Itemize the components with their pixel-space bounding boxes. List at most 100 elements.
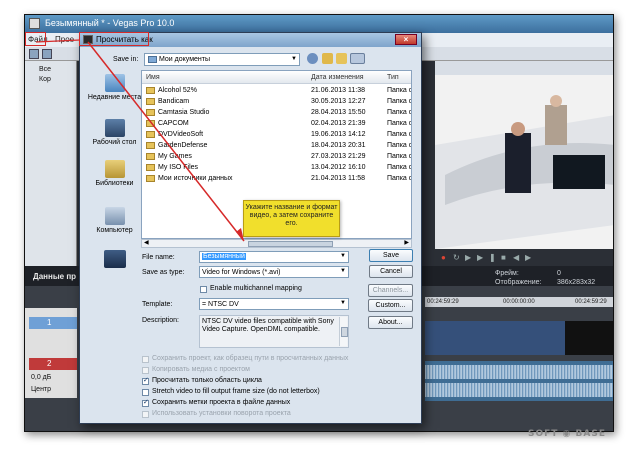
template-select[interactable]: = NTSC DV ▼ [199,298,349,310]
audio-pan[interactable]: Центр [31,386,51,393]
checkbox-box[interactable] [142,398,149,407]
hint-tooltip: Укажите название и формат видео, а затем… [243,200,340,237]
network-icon [103,250,126,268]
tab-project-media[interactable]: Данные пр [33,272,76,281]
explorer-item-all[interactable]: Все [39,66,51,73]
new-project-icon[interactable] [29,49,39,59]
file-name: My Games [158,153,192,160]
save-type-select[interactable]: Video for Windows (*.avi) ▼ [199,266,349,278]
file-name-input[interactable]: Безымянный ▼ [199,251,349,263]
explorer-item-bin[interactable]: Кор [39,76,51,83]
folder-icon [146,87,155,94]
file-name: My ISO Files [158,164,199,171]
file-row[interactable]: Мои источники данных 21.04.2013 11:58 Папк… [142,173,411,184]
preview-info: Фрейм: 0 Отображение: 386x283x32 [495,269,595,287]
chevron-down-icon[interactable]: ▼ [340,253,346,259]
highlight-file-menu [25,32,46,46]
timeline-ruler[interactable]: 00:24:59:29 00:00:00:00 00:24:59:29 [425,297,613,307]
checkbox-box [142,356,149,363]
file-row[interactable]: GardenDefense 18.04.2013 20:31 Папка с ф [142,140,411,151]
new-folder-icon[interactable] [336,53,347,64]
folder-icon [146,153,155,160]
audio-event[interactable] [425,361,613,401]
save-button[interactable]: Save [369,249,413,262]
cancel-button[interactable]: Cancel [369,265,413,278]
play-icon[interactable]: ▶ [477,254,484,262]
column-date[interactable]: Дата изменения [311,74,364,81]
file-row[interactable]: My Games 27.03.2013 21:29 Папка с ф [142,151,411,162]
record-icon[interactable]: ● [441,254,448,262]
views-menu-icon[interactable] [350,53,365,64]
watermark: SOFT ◉ BASE [528,429,606,439]
file-row[interactable]: Camtasia Studio 28.04.2013 15:50 Папка с ф [142,107,411,118]
place-network[interactable] [87,250,142,270]
file-row[interactable]: DVDVideoSoft 19.06.2013 14:12 Папка с ф [142,129,411,140]
description-text: NTSC DV video files compatible with Sony… [202,318,334,333]
file-name-value: Безымянный [202,253,246,260]
next-marker-icon[interactable]: ▶ [525,254,532,262]
vegas-title-text: Безымянный * - Vegas Pro 10.0 [45,18,175,28]
scroll-thumb[interactable] [248,241,333,247]
places-bar: Недавние места Рабочий стол Библиотеки К… [87,70,142,272]
file-row[interactable]: Alcohol 52% 21.06.2013 11:38 Папка с ф [142,85,411,96]
column-type[interactable]: Тип [387,74,399,81]
place-recent[interactable]: Недавние места [87,74,142,102]
place-desktop[interactable]: Рабочий стол [87,119,142,147]
audio-waveform [425,365,613,379]
file-name: DVDVideoSoft [158,131,204,138]
explorer-pane: Все Кор [25,61,77,266]
file-name-label: File name: [142,254,175,261]
place-libraries[interactable]: Библиотеки [87,160,142,188]
video-track-header[interactable]: 1 [29,317,77,329]
checkbox-box[interactable] [142,376,149,385]
place-desktop-label: Рабочий стол [92,139,137,146]
audio-volume[interactable]: 0,0 дБ [31,374,51,381]
file-row[interactable]: Bandicam 30.05.2013 12:27 Папка с ф [142,96,411,107]
description-scrollbar[interactable] [339,317,348,346]
chevron-down-icon: ▼ [291,56,297,62]
file-type: Папка с ф [387,153,412,160]
preview-transport: ● ↻ ▶ ▶ ❚ ■ ◀ ▶ [435,252,613,266]
file-row[interactable]: My ISO Files 13.04.2012 16:10 Папка с ф [142,162,411,173]
scroll-right-icon[interactable]: ▶ [404,239,409,246]
pause-icon[interactable]: ❚ [489,254,496,262]
display-label: Отображение: [495,279,542,286]
channels-button[interactable]: Channels... [368,284,413,297]
menu-project[interactable]: Прое [55,35,74,44]
option-label: Stretch video to fill output frame size … [152,388,320,395]
template-label: Template: [142,301,173,308]
highlight-dialog-title [79,32,149,46]
folder-icon [146,109,155,116]
file-type: Папка с ф [387,164,412,171]
video-track-number: 1 [47,318,52,327]
column-name[interactable]: Имя [146,74,160,81]
option-label: Использовать установки поворота проекта [152,410,291,417]
open-icon[interactable] [42,49,52,59]
place-recent-label: Недавние места [87,94,142,101]
option-label: Просчитать только область цикла [152,377,262,384]
loop-icon[interactable]: ↻ [453,254,460,262]
folder-icon [146,131,155,138]
file-row[interactable]: CAPCOM 02.04.2013 21:39 Папка с ф [142,118,411,129]
file-date: 19.06.2013 14:12 [311,131,366,138]
save-type-label: Save as type: [142,269,185,276]
audio-track-header[interactable]: 2 [29,358,77,370]
stop-icon[interactable]: ■ [501,254,508,262]
horizontal-scrollbar[interactable]: ◀ ▶ [141,239,412,248]
checkbox-box [142,367,149,374]
play-from-start-icon[interactable]: ▶ [465,254,472,262]
save-in-dropdown[interactable]: Мои документы ▼ [144,53,300,66]
prev-marker-icon[interactable]: ◀ [513,254,520,262]
scroll-left-icon[interactable]: ◀ [144,239,149,246]
about-button[interactable]: About... [368,316,413,329]
custom-button[interactable]: Custom... [368,299,413,312]
checkbox-box[interactable] [200,286,207,293]
up-folder-icon[interactable] [322,53,333,64]
preview-image [435,75,613,249]
video-thumbnail [565,321,613,355]
option-label: Сохранить проект, как образец пути в про… [152,355,349,362]
checkbox-box[interactable] [142,389,149,396]
back-icon[interactable] [307,53,318,64]
place-computer[interactable]: Компьютер [87,207,142,235]
close-button[interactable]: × [395,34,417,45]
